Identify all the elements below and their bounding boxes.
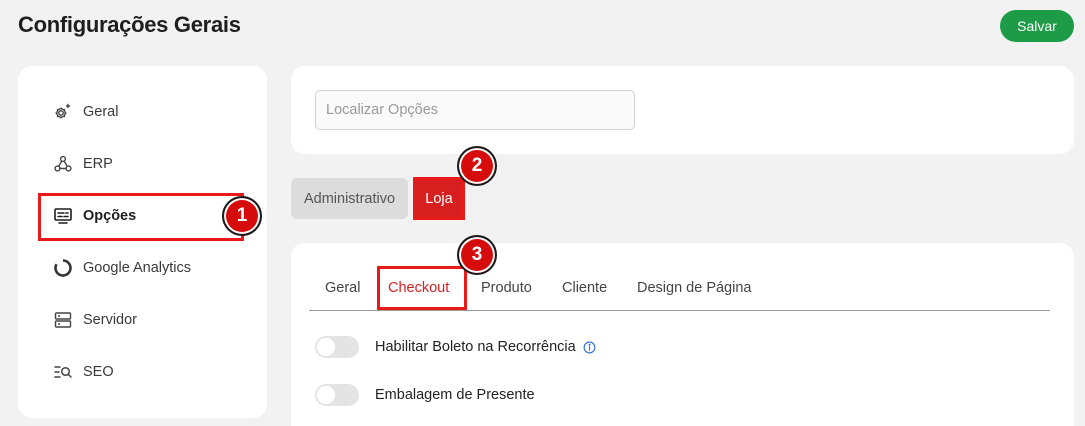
sidebar-item-label: Servidor [83, 312, 137, 328]
settings-sidebar: Geral ERP Opções Google Analytics Servid… [18, 66, 267, 418]
tab-administrativo[interactable]: Administrativo [291, 178, 408, 219]
sidebar-item-label: Google Analytics [83, 260, 192, 276]
tab-design-de-pagina[interactable]: Design de Página [637, 271, 751, 305]
option-label: Embalagem de Presente [375, 387, 535, 403]
analytics-ring-icon [52, 257, 74, 279]
embalagem-presente-toggle[interactable] [315, 384, 359, 406]
server-icon [52, 309, 74, 331]
step-badge-2: 2 [457, 146, 497, 186]
tab-cliente[interactable]: Cliente [562, 271, 607, 305]
save-button[interactable]: Salvar [1000, 10, 1074, 42]
gear-sparkle-icon [52, 101, 74, 123]
highlight-box-checkout [377, 266, 467, 310]
step-badge-1: 1 [222, 196, 262, 236]
sidebar-item-servidor[interactable]: Servidor [52, 308, 137, 332]
highlight-box-loja [413, 177, 465, 220]
step-badge-3: 3 [457, 235, 497, 275]
boleto-recorrencia-toggle[interactable] [315, 336, 359, 358]
info-icon[interactable] [583, 341, 596, 354]
option-row-boleto-recorrencia: Habilitar Boleto na Recorrência [315, 336, 596, 358]
sidebar-item-google-analytics[interactable]: Google Analytics [52, 256, 191, 280]
seo-search-icon [52, 361, 74, 383]
sidebar-item-label: Geral [83, 104, 119, 120]
sidebar-item-label: ERP [83, 156, 113, 172]
sidebar-item-geral[interactable]: Geral [52, 100, 118, 124]
tab-produto[interactable]: Produto [481, 271, 532, 305]
sidebar-item-erp[interactable]: ERP [52, 152, 113, 176]
page-title: Configurações Gerais [18, 12, 241, 37]
sidebar-item-label: SEO [83, 364, 114, 380]
webhook-icon [52, 153, 74, 175]
highlight-box-opcoes [38, 193, 244, 241]
option-label: Habilitar Boleto na Recorrência [375, 339, 576, 355]
sidebar-item-seo[interactable]: SEO [52, 360, 114, 384]
option-row-embalagem-presente: Embalagem de Presente [315, 384, 535, 406]
search-input[interactable] [315, 90, 635, 130]
search-card [291, 66, 1074, 154]
tab-geral[interactable]: Geral [325, 271, 360, 305]
